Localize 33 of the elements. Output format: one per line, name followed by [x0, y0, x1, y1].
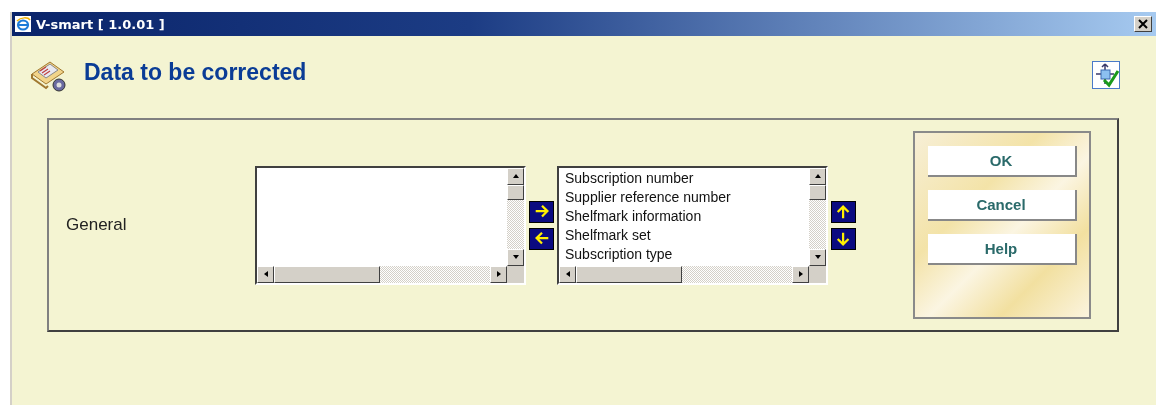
page-heading: Data to be corrected — [84, 58, 308, 86]
list-option[interactable]: Subscription number — [565, 168, 803, 188]
up-triangle-icon — [813, 172, 822, 180]
browser-logo-icon — [14, 15, 32, 33]
vertical-scrollbar[interactable] — [507, 167, 524, 266]
window-title: V-smart [ 1.0.01 ] — [36, 16, 166, 32]
dialog-button[interactable]: Help — [927, 234, 1077, 265]
scroll-up-button[interactable] — [507, 167, 524, 185]
remove-button[interactable] — [529, 227, 554, 250]
down-triangle-icon — [813, 253, 822, 261]
close-icon — [1138, 19, 1148, 29]
group-label: General — [66, 215, 128, 235]
right-triangle-icon — [494, 270, 503, 278]
vertical-scrollbar[interactable] — [809, 167, 826, 266]
scroll-up-button[interactable] — [809, 167, 826, 185]
close-button[interactable] — [1134, 16, 1152, 32]
scroll-down-button[interactable] — [809, 248, 826, 266]
move-check-icon[interactable] — [1092, 61, 1120, 89]
dialog-button[interactable]: Cancel — [927, 190, 1077, 221]
dialog-button[interactable]: OK — [927, 146, 1077, 177]
selected-list[interactable]: Subscription number Supplier reference number Shelfmark information Shelfmark set Subscription type — [557, 165, 828, 285]
add-button[interactable] — [529, 200, 554, 223]
list-option[interactable]: Subscription type — [565, 244, 803, 264]
list-option[interactable]: Shelfmark set — [565, 225, 803, 245]
move-up-button[interactable] — [831, 200, 856, 223]
right-triangle-icon — [796, 270, 805, 278]
up-triangle-icon — [511, 172, 520, 180]
list-option[interactable]: Supplier reference number — [565, 187, 803, 207]
scroll-down-button[interactable] — [507, 248, 524, 266]
down-triangle-icon — [511, 253, 520, 261]
move-down-button[interactable] — [831, 227, 856, 250]
available-list[interactable] — [255, 165, 526, 285]
list-option[interactable]: Shelfmark information — [565, 206, 803, 226]
